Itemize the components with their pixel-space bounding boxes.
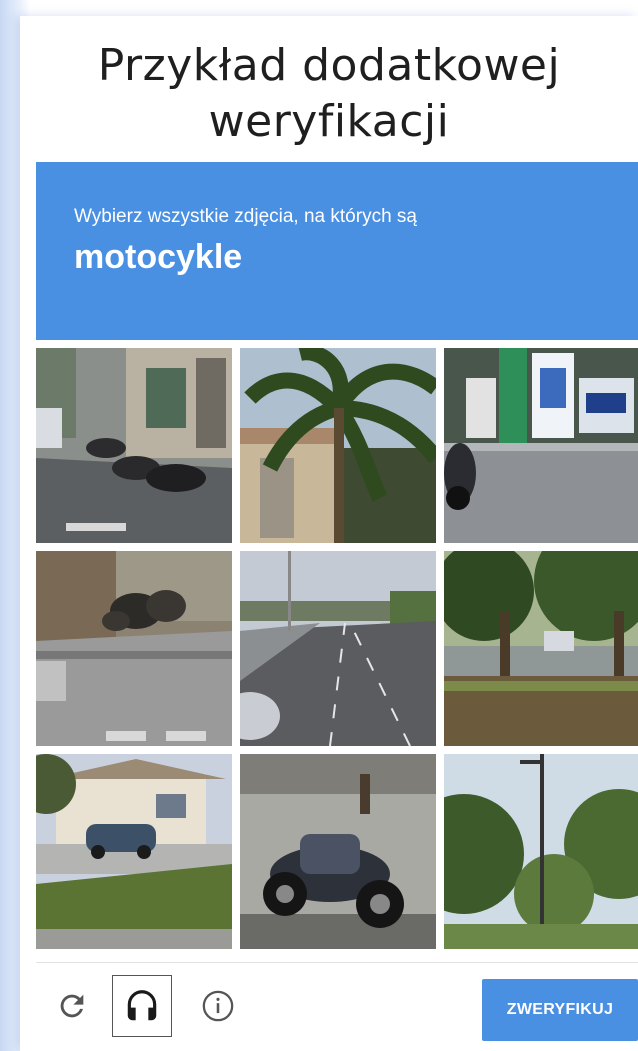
tile-3-photo [444, 348, 638, 543]
tile-5-photo [240, 551, 436, 746]
captcha-footer: ZWERYFIKUJ [20, 963, 638, 1051]
tile-8-photo [240, 754, 436, 949]
image-tile-4[interactable] [36, 551, 232, 746]
captcha-card: Przykład dodatkowej weryfikacji Wybierz … [20, 16, 638, 1051]
tile-9-photo [444, 754, 638, 949]
reload-icon [60, 994, 84, 1018]
help-button[interactable] [188, 975, 248, 1037]
info-icon [202, 990, 234, 1022]
tile-1-photo [36, 348, 232, 543]
image-grid [36, 348, 638, 952]
image-tile-8[interactable] [240, 754, 436, 949]
audio-challenge-button[interactable] [112, 975, 172, 1037]
image-tile-3[interactable] [444, 348, 638, 543]
image-tile-1[interactable] [36, 348, 232, 543]
image-tile-6[interactable] [444, 551, 638, 746]
tile-7-photo [36, 754, 232, 949]
page-title-line-1: Przykład dodatkowej [97, 40, 561, 91]
tile-6-photo [444, 551, 638, 746]
tile-4-photo [36, 551, 232, 746]
challenge-target: motocykle [74, 238, 243, 276]
page-title: Przykład dodatkowej weryfikacji [20, 38, 638, 150]
image-tile-5[interactable] [240, 551, 436, 746]
headphones-icon [127, 990, 157, 1021]
image-tile-2[interactable] [240, 348, 436, 543]
verify-button[interactable]: ZWERYFIKUJ [482, 979, 638, 1041]
tile-2-photo [240, 348, 436, 543]
challenge-banner: Wybierz wszystkie zdjęcia, na których są… [36, 162, 638, 340]
page-title-line-2: weryfikacji [208, 96, 450, 147]
image-tile-7[interactable] [36, 754, 232, 949]
reload-button[interactable] [42, 975, 102, 1037]
challenge-instruction: Wybierz wszystkie zdjęcia, na których są [74, 206, 417, 227]
image-tile-9[interactable] [444, 754, 638, 949]
